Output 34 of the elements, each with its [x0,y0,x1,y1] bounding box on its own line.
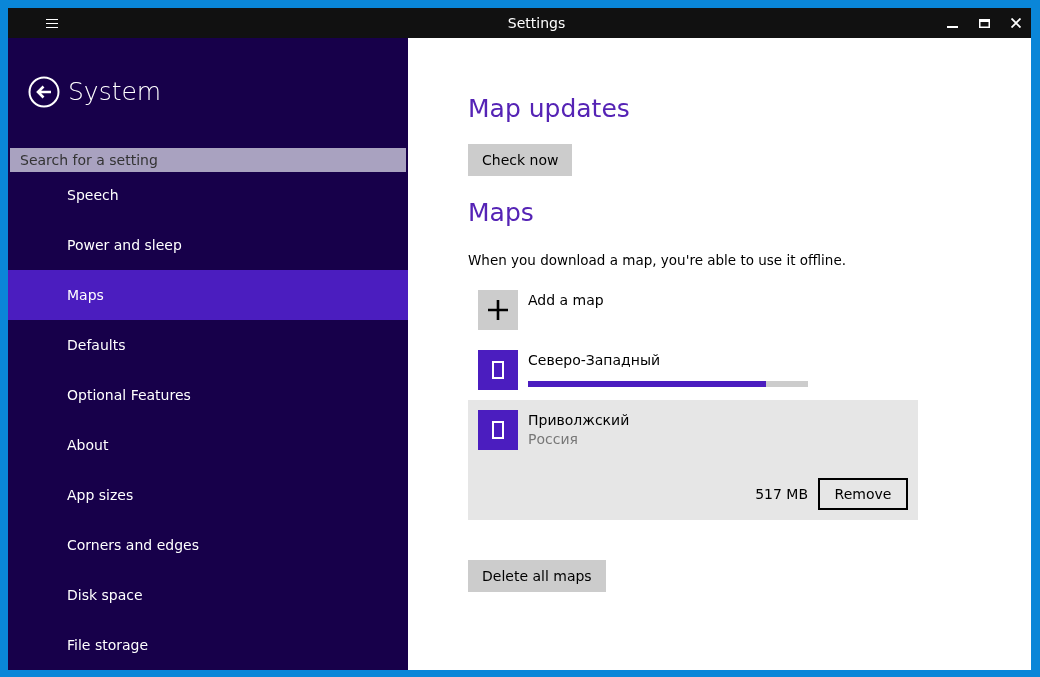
map-item-panel[interactable]: Приволжский Россия 517 MB Remove [468,400,918,520]
close-icon [1011,18,1021,28]
section-heading: Map updates [468,94,630,124]
map-icon [492,361,504,379]
sidebar-item[interactable]: Defaults [8,320,408,370]
check-now-button[interactable]: Check now [468,144,573,176]
sidebar-item[interactable]: Optional Features [8,370,408,420]
section-title: System [68,77,162,107]
window-title: Settings [506,15,567,31]
map-region: Россия [528,430,579,449]
remove-button[interactable]: Remove [818,478,908,510]
delete-all-maps-button[interactable]: Delete all maps [468,560,606,592]
plus-icon [488,300,508,320]
section-heading: Maps [468,198,534,228]
description-text: When you download a map, you're able to use it offline. [468,252,846,268]
menu-icon [46,18,58,28]
sidebar-item[interactable]: About [8,420,408,470]
sidebar-item[interactable]: Disk space [8,570,408,620]
add-map-button[interactable] [478,290,518,330]
sidebar-item[interactable]: Corners and edges [8,520,408,570]
map-icon [492,421,504,439]
minimize-icon [946,26,958,28]
add-map-label[interactable]: Add a map [528,291,604,309]
maximize-icon [978,18,990,28]
sidebar-item[interactable]: Speech [8,170,408,220]
back-button[interactable] [28,75,60,108]
sidebar-item[interactable]: App sizes [8,470,408,520]
map-name: Северо-Западный [528,351,662,369]
sidebar-item[interactable]: Power and sleep [8,220,408,270]
search-field[interactable]: Search for a setting [10,147,406,172]
map-name: Приволжский [528,411,630,429]
sidebar-item[interactable]: Maps [8,270,408,320]
map-size: 517 MB [755,486,808,502]
sidebar-item[interactable]: File storage [8,620,408,670]
